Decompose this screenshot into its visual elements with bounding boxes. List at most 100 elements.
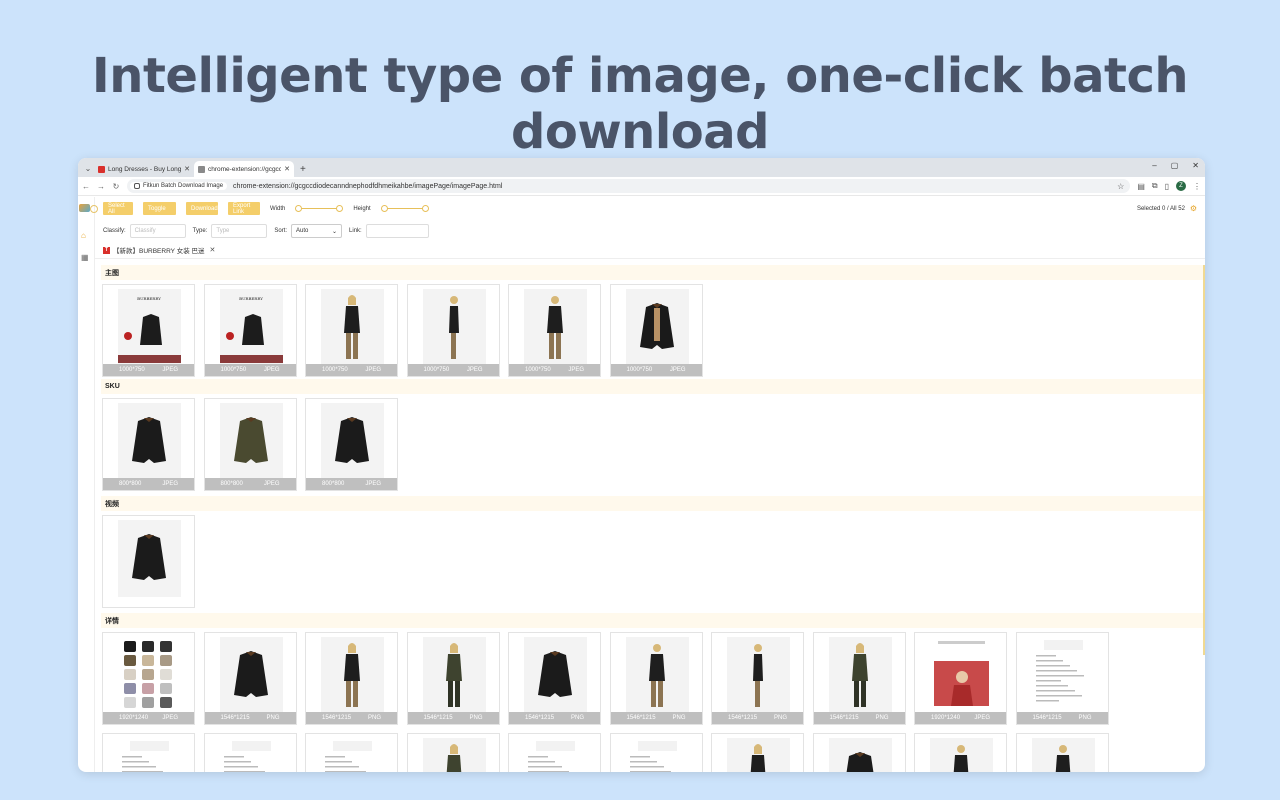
image-thumbnail[interactable] [711, 733, 804, 772]
image-thumbnail[interactable]: 1546*1215 PNG [203, 632, 297, 725]
slider-max-handle[interactable] [336, 204, 344, 212]
classify-input[interactable]: Classify [129, 224, 186, 238]
thumbnail-image [1031, 738, 1095, 772]
image-thumbnail[interactable] [1015, 733, 1109, 772]
image-format: PNG [1078, 715, 1092, 721]
thumbnail-image [321, 637, 384, 714]
image-thumbnail[interactable]: BURBERRY 1000*750 JPEG [102, 284, 195, 377]
new-tab-button[interactable]: + [300, 164, 306, 175]
tab-search-chevron-icon[interactable]: ⌄ [82, 161, 94, 175]
reload-icon[interactable]: ↻ [112, 182, 120, 191]
image-format: JPEG [669, 367, 686, 373]
image-dimensions: 1546*1215 [525, 715, 555, 721]
tab-close-icon[interactable]: ✕ [284, 165, 290, 173]
close-icon[interactable]: ✕ [210, 246, 216, 254]
settings-gear-icon[interactable]: ⚙ [1190, 204, 1197, 213]
image-thumbnail[interactable]: 800*800 JPEG [203, 398, 297, 491]
thumbnail-caption: 1920*1240 JPEG [915, 712, 1006, 724]
scrollbar[interactable] [1203, 265, 1205, 655]
page-source-tab[interactable]: T 【新款】BURBERRY 女装 巴迷 ✕ [101, 243, 217, 257]
image-thumbnail[interactable] [914, 733, 1007, 772]
image-thumbnail[interactable]: 1000*750 JPEG [609, 284, 703, 377]
image-thumbnail[interactable] [406, 733, 500, 772]
thumbnail-caption: 1546*1215 PNG [1016, 712, 1108, 724]
grid-icon[interactable]: ▦ [81, 253, 89, 262]
thumbnail-image [524, 738, 587, 772]
thumbnail-image [219, 738, 283, 772]
app-logo-icon [79, 204, 90, 212]
select-all-button[interactable]: Select All [103, 202, 133, 215]
browser-tab-1[interactable]: Long Dresses - Buy Long Dre ✕ [94, 161, 194, 177]
image-dimensions: 1000*750 [119, 367, 145, 373]
tab-close-icon[interactable]: ✕ [184, 165, 190, 173]
image-dimensions: 1546*1215 [322, 715, 352, 721]
minimize-button[interactable]: – [1152, 161, 1156, 170]
headline: Intelligent type of image, one-click bat… [91, 48, 1189, 160]
height-range-slider[interactable] [380, 204, 429, 213]
image-thumbnail[interactable] [102, 515, 195, 608]
link-input[interactable] [365, 224, 429, 238]
image-thumbnail[interactable]: 1546*1215 PNG [609, 632, 703, 725]
classify-label: Classify: [103, 228, 126, 234]
toggle-button[interactable]: Toggle [143, 202, 176, 215]
image-thumbnail[interactable]: BURBERRY 1000*750 JPEG [203, 284, 297, 377]
maximize-button[interactable]: ▢ [1171, 161, 1179, 170]
image-thumbnail[interactable] [508, 733, 601, 772]
image-thumbnail[interactable]: 1546*1215 PNG [1015, 632, 1109, 725]
forward-arrow-icon[interactable]: → [97, 182, 105, 191]
sort-select[interactable]: Auto ⌄ [291, 224, 343, 238]
slider-max-handle[interactable] [421, 204, 429, 212]
image-thumbnail[interactable]: 1546*1215 PNG [508, 632, 601, 725]
sidebar-panel-icon[interactable]: ▯ [1165, 182, 1169, 191]
image-thumbnail[interactable] [305, 733, 398, 772]
thumbnail-caption: 1546*1215 PNG [407, 712, 499, 724]
image-thumbnail[interactable]: 1000*750 JPEG [406, 284, 500, 377]
slider-track [383, 207, 426, 209]
thumbnail-caption: 1000*750 JPEG [509, 364, 600, 376]
type-input[interactable]: Type [211, 224, 268, 238]
url-text[interactable]: chrome-extension://gcgccdiodecanndnephod… [233, 183, 502, 190]
thumbnail-image [321, 289, 384, 366]
more-menu-icon[interactable]: ⋮ [1193, 182, 1201, 191]
image-dimensions: 1546*1215 [423, 715, 453, 721]
thumbnail-caption: 1000*750 JPEG [306, 364, 397, 376]
image-thumbnail[interactable]: 1546*1215 PNG [406, 632, 500, 725]
image-thumbnail[interactable]: 1000*750 JPEG [305, 284, 398, 377]
profile-avatar[interactable]: Z [1176, 181, 1186, 191]
thumbnail-image [930, 637, 993, 714]
collapse-sidebar-icon[interactable] [90, 205, 98, 213]
omnibox[interactable]: Fitkun Batch Download Image chrome-exten… [127, 179, 1131, 193]
image-dimensions: 800*800 [119, 481, 142, 487]
image-thumbnail[interactable]: 1546*1215 PNG [305, 632, 398, 725]
image-thumbnail[interactable]: 1920*1240 JPEG [102, 632, 195, 725]
image-thumbnail[interactable] [203, 733, 297, 772]
back-arrow-icon[interactable]: ← [82, 182, 90, 191]
image-thumbnail[interactable]: 1920*1240 JPEG [914, 632, 1007, 725]
thumbnail-image [118, 520, 181, 597]
image-thumbnail[interactable]: 1546*1215 PNG [812, 632, 906, 725]
extensions-puzzle-icon[interactable]: ⧉ [1152, 181, 1158, 191]
width-range-slider[interactable] [295, 204, 344, 213]
home-icon[interactable]: ⌂ [81, 231, 86, 240]
bookmark-star-icon[interactable]: ☆ [1117, 182, 1127, 191]
download-button[interactable]: Download [186, 202, 218, 215]
export-link-button[interactable]: Export Link [228, 202, 260, 215]
action-toolbar: Select All Toggle Download Export Link W… [103, 202, 429, 215]
image-thumbnail[interactable]: 1546*1215 PNG [711, 632, 804, 725]
close-window-button[interactable]: ✕ [1192, 161, 1199, 170]
image-thumbnail[interactable]: 1000*750 JPEG [508, 284, 601, 377]
image-dimensions: 1546*1215 [728, 715, 758, 721]
extension-chip[interactable]: Fitkun Batch Download Image [130, 182, 228, 190]
image-thumbnail[interactable] [102, 733, 195, 772]
browser-tab-2[interactable]: chrome-extension://gcgccdi ✕ [194, 161, 294, 177]
image-thumbnail[interactable]: 800*800 JPEG [305, 398, 398, 491]
image-thumbnail[interactable] [609, 733, 703, 772]
downloads-folder-icon[interactable]: ▤ [1137, 182, 1145, 191]
slider-min-handle[interactable] [380, 204, 388, 212]
extension-page: ⌂ ▦ Select All Toggle Download Export Li… [78, 197, 1205, 772]
image-thumbnail[interactable] [812, 733, 906, 772]
width-label: Width [270, 205, 286, 212]
type-label: Type: [192, 228, 208, 234]
slider-min-handle[interactable] [295, 204, 303, 212]
image-thumbnail[interactable]: 800*800 JPEG [102, 398, 195, 491]
